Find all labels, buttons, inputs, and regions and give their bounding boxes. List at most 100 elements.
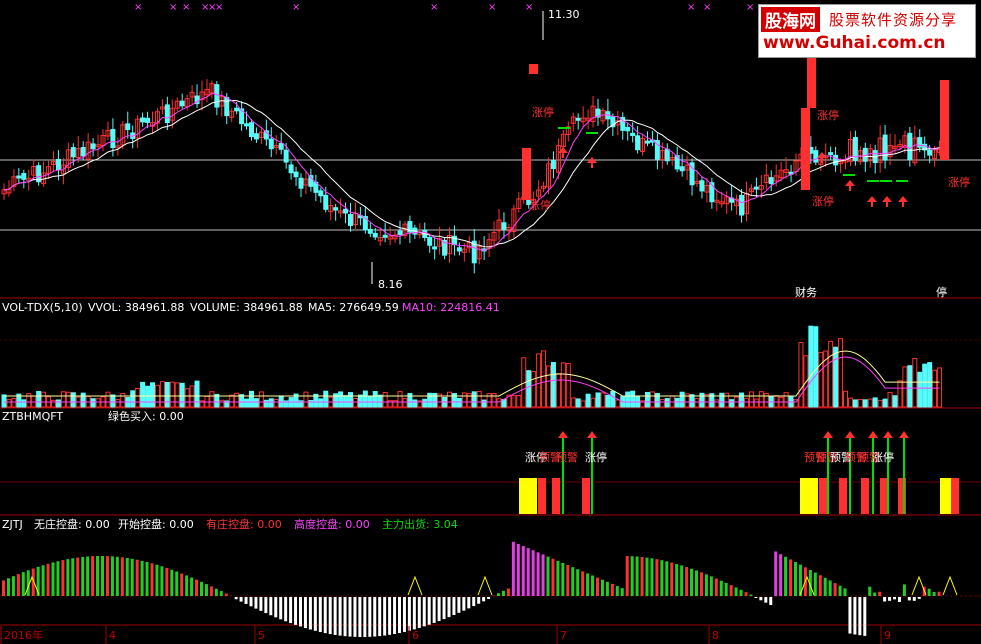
control-bar: [699, 572, 703, 596]
control-bar: [472, 597, 476, 607]
volume-bar: [818, 351, 824, 408]
control-bar: [135, 559, 139, 596]
candle-body: [90, 143, 96, 150]
volume-bar: [348, 392, 353, 408]
high-control-value: 高度控盘: 0.00: [294, 517, 370, 531]
limit-up-label: 涨停: [812, 194, 834, 208]
control-bar: [784, 556, 788, 596]
volume-bar: [674, 397, 680, 408]
volume-bar: [36, 390, 42, 408]
top-marker: ×: [430, 2, 438, 13]
start-control-value: 开始控盘: 0.00: [118, 517, 194, 531]
limit-up-bar: [522, 148, 531, 200]
control-bar: [759, 597, 763, 601]
volume-bar: [229, 394, 235, 408]
volume-bar: [258, 391, 264, 408]
signal-arrow-up: [558, 431, 568, 438]
control-bar: [259, 597, 263, 611]
control-bar: [398, 597, 401, 634]
control-peak-marker: [799, 575, 815, 596]
control-bar: [145, 562, 149, 596]
control-bar: [358, 597, 362, 637]
control-bar: [704, 574, 708, 596]
candle-body: [550, 159, 556, 170]
volume-bar: [739, 392, 745, 408]
control-bar: [873, 592, 877, 596]
volume-bar: [179, 382, 185, 408]
control-bar: [531, 550, 535, 596]
candle-body: [882, 134, 888, 161]
signal-bar-red: [839, 478, 847, 514]
volume-bar: [372, 390, 378, 408]
control-bar: [294, 597, 298, 625]
control-bar: [893, 597, 896, 600]
control-bar: [412, 597, 416, 630]
candle-body: [179, 100, 185, 107]
signal-arrow-up: [899, 431, 909, 438]
control-bar: [130, 558, 134, 596]
control-bar: [299, 597, 302, 627]
control-bar: [383, 597, 387, 636]
control-bar: [289, 597, 293, 624]
control-bar: [912, 597, 916, 601]
volume-bar: [481, 399, 487, 408]
volume-bar: [744, 397, 749, 408]
candle-body: [625, 126, 631, 132]
volume-bar: [357, 394, 363, 408]
volume-bar: [249, 390, 254, 408]
control-bar: [442, 597, 446, 620]
control-bar: [16, 574, 20, 596]
x-axis-label: 5: [258, 629, 265, 642]
control-bar: [264, 597, 268, 614]
control-bar: [551, 558, 555, 596]
signal-bar-red: [538, 478, 546, 514]
candle-body: [70, 147, 76, 158]
control-bar: [417, 597, 421, 628]
control-bar: [407, 597, 411, 631]
event-label-halt: 停: [936, 285, 947, 299]
control-bar: [244, 597, 248, 604]
control-bar: [655, 559, 659, 596]
main-selling-value: 主力出货: 3.04: [382, 517, 458, 531]
control-bar: [853, 597, 857, 635]
candle-body: [679, 166, 685, 172]
volume-bar: [6, 399, 12, 408]
candle-body: [833, 154, 839, 166]
control-bar: [685, 567, 689, 596]
control-bar: [125, 557, 129, 596]
candle-body: [397, 230, 403, 235]
candle-body: [828, 152, 834, 156]
candle-body: [664, 148, 670, 162]
volume-bar: [268, 398, 274, 408]
candle-body: [125, 123, 131, 131]
volume-bar: [605, 394, 611, 408]
volume-bar: [476, 390, 482, 408]
volume-bar: [580, 400, 586, 408]
candle-body: [140, 117, 146, 123]
limit-up-label: 涨停: [532, 105, 554, 119]
control-bar: [917, 597, 921, 599]
volume-bar: [917, 371, 923, 408]
signal-bar-red: [819, 478, 827, 514]
control-bar: [175, 571, 179, 596]
volume-bar: [110, 394, 116, 408]
ma5-value: MA5: 276649.59: [308, 301, 399, 314]
watermark-title: 股海网: [761, 7, 820, 32]
control-bar: [388, 597, 392, 635]
candle-body: [372, 232, 378, 238]
top-marker: ×: [215, 2, 223, 13]
volume-bar: [541, 350, 547, 408]
control-bar: [323, 597, 327, 634]
signal-text: 涨停: [872, 450, 894, 464]
volume-bar: [90, 398, 96, 408]
x-axis-label: 4: [109, 629, 116, 642]
limit-up-bar: [529, 64, 538, 74]
control-bar: [516, 543, 520, 596]
volume-bar: [164, 381, 170, 408]
no-control-value: 无庄控盘: 0.00: [34, 517, 110, 531]
volume-bar: [565, 363, 571, 408]
volume-bar: [748, 391, 754, 408]
control-bar: [779, 554, 783, 596]
control-bar: [591, 575, 595, 596]
control-bar: [105, 556, 109, 596]
